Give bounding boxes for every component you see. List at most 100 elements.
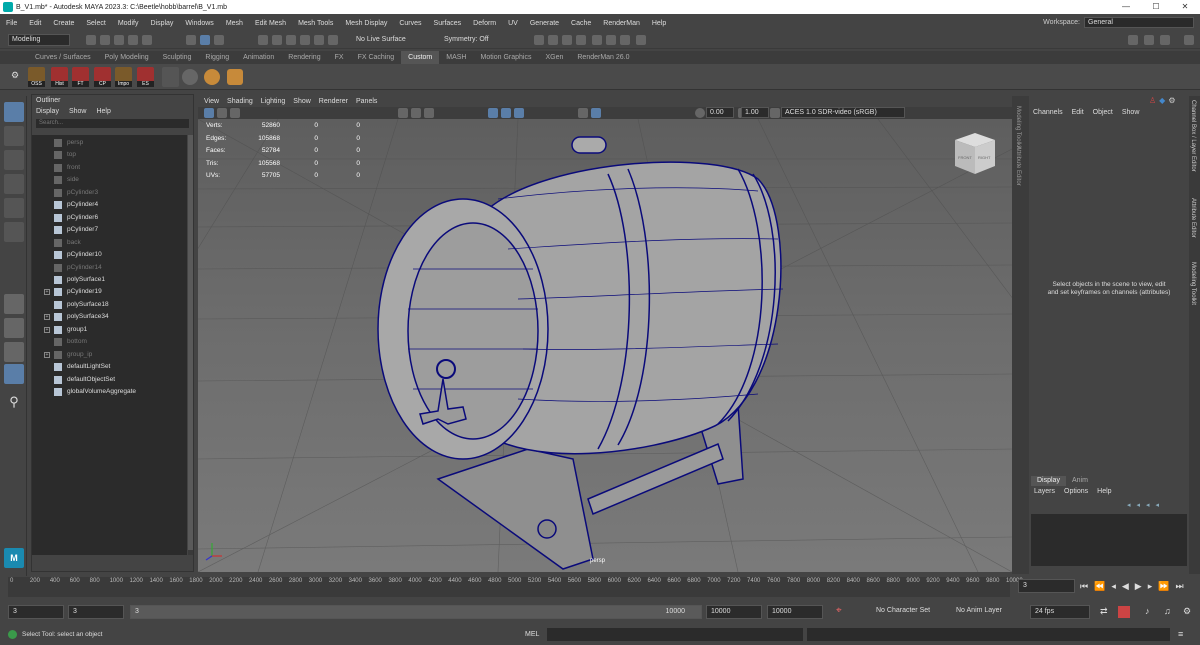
scale-tool-icon[interactable] [4,222,24,242]
expand-toggle-icon[interactable]: + [44,289,50,296]
viewport-menu-shading[interactable]: Shading [225,96,259,107]
mel-label[interactable]: MEL [525,629,539,641]
shelf-button-hist[interactable]: Hist [51,67,68,87]
outliner-item[interactable]: top [32,149,187,161]
wireframe-on-shaded-icon[interactable] [488,108,498,118]
fps-dropdown[interactable]: 24 fps [1030,605,1090,619]
play-render-icon[interactable] [620,35,630,45]
hypershade-icon[interactable] [592,35,602,45]
shelf-tab-motion-graphics[interactable]: Motion Graphics [474,51,539,64]
settings-icon[interactable]: ⚙ [1168,96,1175,105]
channel-menu-show[interactable]: Show [1122,109,1140,116]
tab-channel-box-layer-editor[interactable]: Channel Box / Layer Editor [1190,100,1196,172]
step-forward-frame-icon[interactable]: ▸ [1148,581,1153,592]
step-back-key-icon[interactable]: ⏪ [1094,581,1105,592]
menu-create[interactable]: Create [47,20,80,27]
menu-mesh[interactable]: Mesh [220,20,249,27]
menu-windows[interactable]: Windows [179,20,219,27]
undo-icon[interactable] [128,35,138,45]
render-frame-icon[interactable] [534,35,544,45]
viewport-menu-panels[interactable]: Panels [354,96,383,107]
outliner-item[interactable]: side [32,174,187,186]
outliner-item[interactable]: + pCylinder19 [32,286,187,298]
menu-mesh-display[interactable]: Mesh Display [339,20,393,27]
step-forward-key-icon[interactable]: ⏩ [1158,581,1169,592]
move-tool-icon[interactable] [4,174,24,194]
outliner-item[interactable]: polySurface1 [32,274,187,286]
pause-render-icon[interactable] [636,35,646,45]
preferences-icon[interactable]: ⚙ [1183,606,1191,617]
shelf-tool-icon-4[interactable] [227,69,243,85]
outliner-item[interactable]: + group1 [32,324,187,336]
maximize-button[interactable]: ☐ [1141,0,1171,14]
shelf-tab-renderman[interactable]: RenderMan 26.0 [570,51,636,64]
shelf-tool-icon-3[interactable] [204,69,220,85]
menu-edit-mesh[interactable]: Edit Mesh [249,20,292,27]
move-layer-up-icon[interactable]: ◂ [1127,501,1131,509]
select-object-icon[interactable] [200,35,210,45]
outliner-layout-icon[interactable] [4,364,24,384]
expand-toggle-icon[interactable]: + [44,351,50,358]
snap-center-icon[interactable] [328,35,338,45]
shelf-tab-rendering[interactable]: Rendering [281,51,327,64]
outliner-item[interactable]: defaultObjectSet [32,374,187,386]
outliner-scrollbar[interactable] [188,135,193,555]
rotate-tool-icon[interactable] [4,198,24,218]
shelf-tab-xgen[interactable]: XGen [538,51,570,64]
redo-icon[interactable] [142,35,152,45]
snap-live-icon[interactable] [314,35,324,45]
key-icon[interactable] [1118,606,1130,618]
shelf-tab-animation[interactable]: Animation [236,51,281,64]
script-editor-icon[interactable] [8,630,17,639]
shelf-button-es[interactable]: ES [137,67,154,87]
layer-menu-help[interactable]: Help [1097,488,1111,495]
paint-select-tool-icon[interactable] [4,150,24,170]
outliner-item[interactable]: + polySurface34 [32,311,187,323]
four-view-layout-icon[interactable] [4,318,24,338]
outliner-item[interactable]: bottom [32,336,187,348]
expand-toggle-icon[interactable]: + [44,314,50,321]
minimize-button[interactable]: — [1111,0,1141,14]
menu-set-dropdown[interactable]: Modeling [8,34,70,46]
sound-icon[interactable]: ♪ [1145,606,1150,616]
playback-start-field[interactable]: 3 [68,605,124,619]
layer-menu-layers[interactable]: Layers [1034,488,1055,495]
character-icon[interactable]: ♙ [1149,96,1156,105]
live-surface-label[interactable]: No Live Surface [356,36,406,43]
shelf-tab-custom[interactable]: Custom [401,51,440,64]
channel-box-toggle-icon[interactable] [1144,35,1154,45]
outliner-item[interactable]: pCylinder14 [32,262,187,274]
menu-file[interactable]: File [0,20,23,27]
shelf-button-oss[interactable]: OSS [28,67,45,87]
tool-settings-toggle-icon[interactable] [1184,35,1194,45]
outliner-item[interactable]: + group_ip [32,349,187,361]
outliner-menu-show[interactable]: Show [69,106,87,117]
shelf-tool-icon-1[interactable] [162,67,179,87]
menu-select[interactable]: Select [80,20,111,27]
command-input[interactable] [547,628,803,641]
resolution-gate-icon[interactable] [424,108,434,118]
menu-modify[interactable]: Modify [112,20,145,27]
shelf-tab-curves-surfaces[interactable]: Curves / Surfaces [28,51,98,64]
menu-cache[interactable]: Cache [565,20,597,27]
outliner-menu-display[interactable]: Display [36,106,59,117]
isolate-select-icon[interactable] [578,108,588,118]
select-camera-icon[interactable] [204,108,214,118]
animation-start-field[interactable]: 3 [8,605,64,619]
script-editor-button-icon[interactable]: ≡ [1178,629,1183,639]
side-tab-attribute-editor[interactable]: Attribute Editor [1015,146,1021,186]
shelf-tab-rigging[interactable]: Rigging [198,51,236,64]
view-cube[interactable]: FRONT RIGHT [955,133,995,174]
save-scene-icon[interactable] [114,35,124,45]
outliner-item[interactable]: persp [32,137,187,149]
render-view-icon[interactable] [606,35,616,45]
snap-curve-icon[interactable] [272,35,282,45]
go-to-start-icon[interactable]: ⏮ [1080,581,1088,592]
attribute-editor-toggle-icon[interactable] [1160,35,1170,45]
select-hierarchy-icon[interactable] [186,35,196,45]
outliner-item[interactable]: pCylinder4 [32,199,187,211]
render-sequence-icon[interactable] [548,35,558,45]
loop-icon[interactable]: ⇄ [1100,606,1108,617]
outliner-item[interactable]: pCylinder3 [32,187,187,199]
move-layer-down-icon[interactable]: ◂ [1137,501,1141,509]
